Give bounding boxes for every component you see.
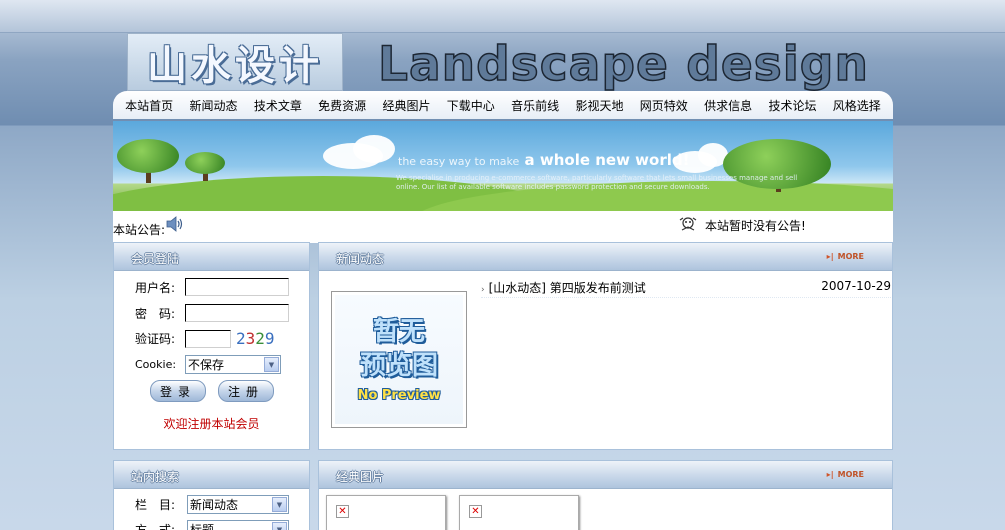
captcha-digit: 2 [236,329,246,348]
main-nav: 本站首页 新闻动态 技术文章 免费资源 经典图片 下载中心 音乐前线 影视天地 … [113,91,893,119]
cloud-shape [353,135,395,163]
search-column-select[interactable]: 新闻动态 ▼ [187,495,289,514]
search-mode-row: 方 式: 标题 ▼ [135,520,289,530]
top-bar [0,0,1005,33]
cookie-label: Cookie: [135,358,177,371]
password-label: 密 码: [135,306,176,321]
notice-content: 本站暂时没有公告! [679,216,806,234]
cookie-select[interactable]: 不保存 ▼ [185,355,281,374]
search-column-row: 栏 目: 新闻动态 ▼ [135,495,289,514]
gallery-more-link[interactable]: ▸| MORE [827,470,864,479]
bullet-icon: › [481,285,485,295]
captcha-label: 验证码: [135,332,176,346]
captcha-digit: 3 [245,329,256,348]
preview-text-cn-2: 预览图 [359,351,438,381]
captcha-image[interactable]: 2329 [236,329,275,348]
banner-headline-main: a whole new world! [524,151,690,169]
captcha-row: 验证码: 2329 [135,329,275,348]
nav-item-news[interactable]: 新闻动态 [189,97,237,114]
chevron-down-icon[interactable]: ▼ [272,522,287,530]
search-mode-select[interactable]: 标题 ▼ [187,520,289,530]
register-welcome-link[interactable]: 欢迎注册本站会员 [114,415,309,432]
news-panel-header: 新闻动态 ▸| MORE [319,243,892,271]
nav-item-free-resources[interactable]: 免费资源 [318,97,366,114]
hero-banner: the easy way to make a whole new world! … [113,121,893,211]
notice-label: 本站公告: [113,223,166,237]
login-panel-title: 会员登陆 [131,252,180,266]
search-panel-title: 站内搜索 [131,470,180,484]
nav-item-classic-images[interactable]: 经典图片 [382,97,430,114]
broken-image-icon: ✕ [336,505,349,518]
notice-text: 本站暂时没有公告! [705,218,806,233]
news-item-title-wrap: › [山水动态] 第四版发布前测试 [481,279,646,296]
login-panel: 会员登陆 用户名: 密 码: 验证码: 2329 Cookie: 不保存 ▼ 登… [113,242,310,450]
banner-headline-pre: the easy way to make [398,155,520,168]
search-column-label: 栏 目: [135,498,176,512]
captcha-input[interactable] [185,329,231,348]
gallery-thumbnail[interactable]: ✕ [459,495,579,530]
news-item-date: 2007-10-29 [821,279,891,293]
nav-item-style[interactable]: 风格选择 [833,97,881,114]
username-input[interactable] [185,278,289,296]
nav-item-forum[interactable]: 技术论坛 [768,97,816,114]
gallery-panel: 经典图片 ▸| MORE ✕ ✕ [318,460,893,530]
no-preview-placeholder: 暂无 预览图 No Preview [335,295,463,424]
search-panel: 站内搜索 栏 目: 新闻动态 ▼ 方 式: 标题 ▼ [113,460,310,530]
news-more-link[interactable]: ▸| MORE [827,252,864,261]
cookie-row: Cookie: 不保存 ▼ [135,355,281,374]
preview-text-en: No Preview [357,388,441,403]
register-button[interactable]: 注册 [218,380,274,402]
broken-image-icon: ✕ [469,505,482,518]
search-mode-label: 方 式: [135,523,176,530]
tree-shape [185,152,225,174]
arrow-right-icon: ▸| [826,470,834,479]
chevron-down-icon[interactable]: ▼ [264,357,279,372]
site-logo-cn[interactable]: 山水设计 [127,33,343,91]
captcha-digit: 9 [264,329,275,348]
news-panel: 新闻动态 ▸| MORE 暂无 预览图 No Preview › [山水动态] 第四… [318,242,893,450]
login-button[interactable]: 登录 [150,380,206,402]
arrow-right-icon: ▸| [826,252,834,261]
login-panel-header: 会员登陆 [114,243,309,271]
nav-item-video[interactable]: 影视天地 [575,97,623,114]
news-preview-image[interactable]: 暂无 预览图 No Preview [331,291,467,428]
announcer-icon [679,217,697,231]
search-panel-header: 站内搜索 [114,461,309,489]
gallery-more-label: MORE [837,470,864,479]
cookie-select-value: 不保存 [188,358,225,372]
captcha-digit: 2 [255,329,265,348]
gallery-panel-title: 经典图片 [336,470,385,484]
username-row: 用户名: [135,278,289,296]
news-more-label: MORE [837,252,864,261]
banner-headline: the easy way to make a whole new world! [398,151,689,169]
tree-shape [117,139,179,173]
nav-item-music[interactable]: 音乐前线 [511,97,559,114]
gallery-thumbnail[interactable]: ✕ [326,495,446,530]
search-column-value: 新闻动态 [190,498,239,512]
nav-item-home[interactable]: 本站首页 [125,97,173,114]
site-logo-en: Landscape design [377,36,869,93]
username-label: 用户名: [135,280,176,295]
search-mode-value: 标题 [190,523,215,530]
nav-item-articles[interactable]: 技术文章 [254,97,302,114]
gallery-panel-header: 经典图片 ▸| MORE [319,461,892,489]
news-body: 暂无 预览图 No Preview › [山水动态] 第四版发布前测试 2007-… [319,271,892,449]
chevron-down-icon[interactable]: ▼ [272,497,287,512]
preview-text-cn-1: 暂无 [372,317,425,347]
nav-item-downloads[interactable]: 下载中心 [447,97,495,114]
nav-item-effects[interactable]: 网页特效 [640,97,688,114]
nav-item-supply[interactable]: 供求信息 [704,97,752,114]
news-list-item[interactable]: › [山水动态] 第四版发布前测试 2007-10-29 [481,279,891,298]
speaker-icon [166,216,183,232]
banner-subtext: We specialise in producing e-commerce so… [396,174,798,191]
password-row: 密 码: [135,304,289,322]
notice-bar: 本站公告: 本站暂时没有公告! [113,211,893,243]
news-panel-title: 新闻动态 [336,252,385,266]
news-item-title[interactable]: [山水动态] 第四版发布前测试 [489,281,646,295]
password-input[interactable] [185,304,289,322]
